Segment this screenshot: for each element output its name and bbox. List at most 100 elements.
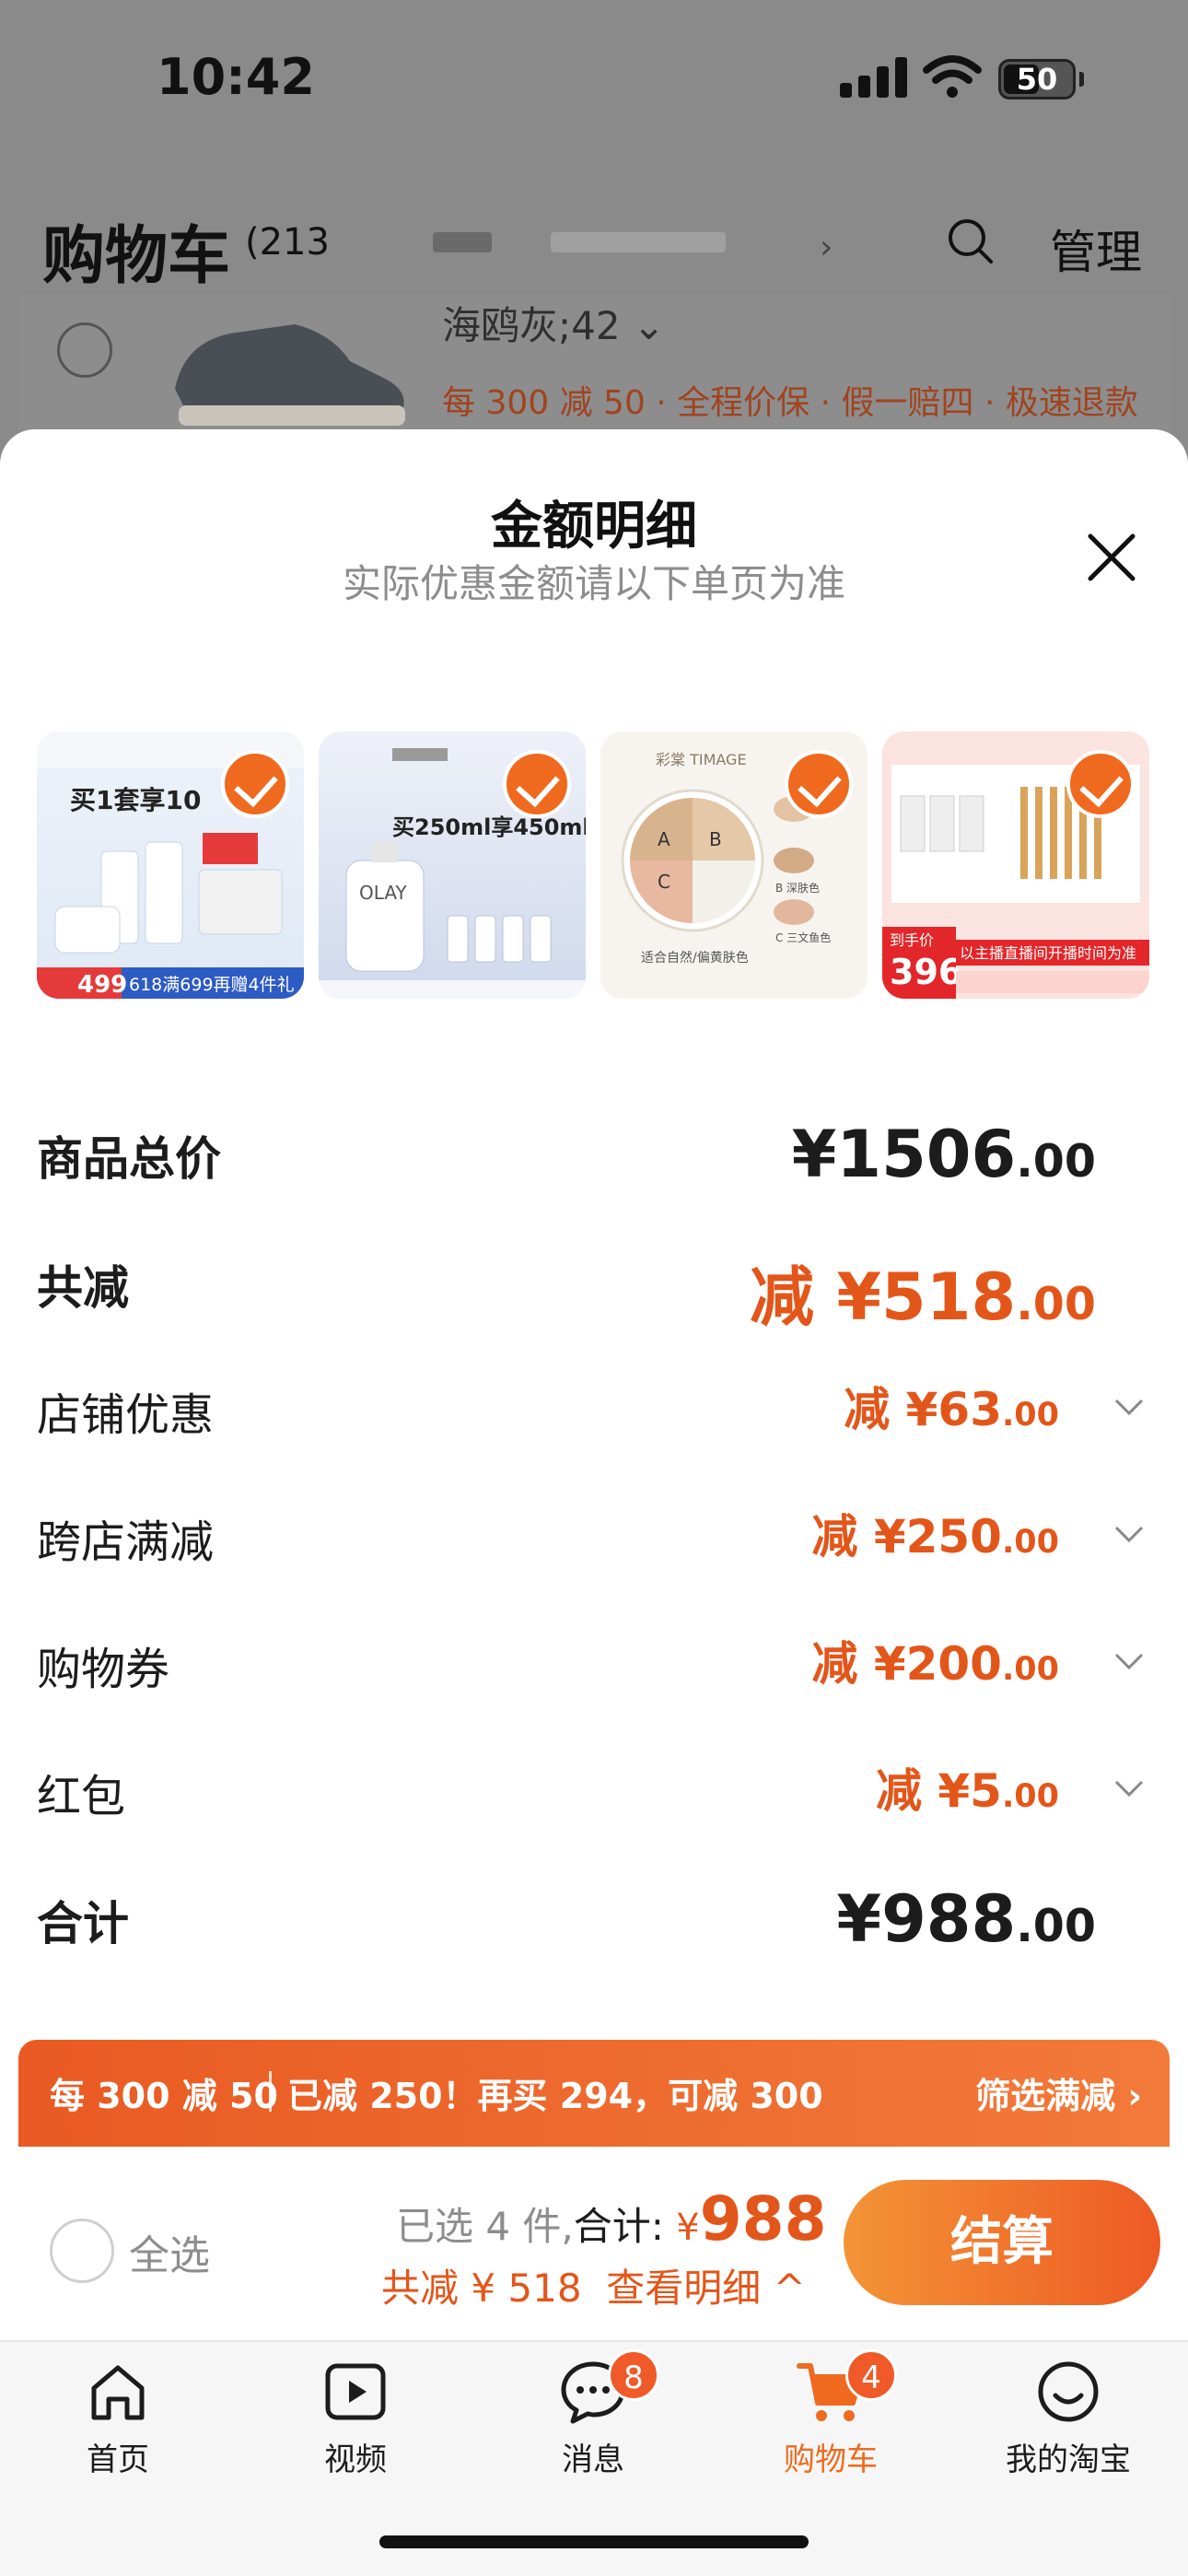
cart-title: 购物车 [42, 220, 231, 293]
address-blur [433, 232, 492, 252]
row-value-main: 减 ¥200 [811, 1637, 1002, 1691]
video-icon [325, 2363, 386, 2420]
battery-level: 50 [1016, 62, 1058, 97]
row-value-decimal: .00 [1001, 1524, 1059, 1561]
checkout-bar: 全选 已选 4 件,合计: ¥988 共减 ¥ 518 查看明细 ^ 结算 [0, 2147, 1188, 2340]
row-value: ¥1506.00 [792, 1117, 1096, 1192]
tab-label: 首页 [87, 2441, 149, 2478]
chevron-down-icon[interactable] [1111, 1389, 1147, 1426]
row-store-discount[interactable]: 店铺优惠 减 ¥63.00 [37, 1360, 1151, 1461]
filter-discount-link[interactable]: 筛选满减 › [975, 2067, 1142, 2118]
tab-label: 购物车 [784, 2441, 878, 2478]
row-label: 购物券 [37, 1644, 170, 1695]
svg-text:彩棠 TIMAGE: 彩棠 TIMAGE [656, 751, 747, 768]
chevron-down-icon[interactable] [1111, 1644, 1147, 1680]
chevron-right-icon[interactable]: › [820, 228, 833, 266]
row-value: 减 ¥63.00 [844, 1373, 1059, 1439]
svg-text:A: A [658, 828, 670, 850]
svg-text:B 深肤色: B 深肤色 [775, 881, 820, 895]
row-value-main: 减 ¥518 [749, 1259, 1017, 1335]
discount-summary[interactable]: 共减 ¥ 518 查看明细 ^ [381, 2257, 806, 2313]
status-time: 10:42 [157, 48, 315, 106]
manage-button[interactable]: 管理 [1050, 216, 1142, 282]
selected-check-icon[interactable] [785, 750, 853, 818]
sheet-title: 金额明细 [491, 497, 697, 556]
row-value: ¥988.00 [836, 1881, 1096, 1957]
select-all-radio[interactable] [50, 2219, 114, 2283]
selected-check-icon[interactable] [503, 750, 571, 818]
chevron-down-icon[interactable] [1111, 1771, 1147, 1808]
row-value-main: 减 ¥250 [811, 1510, 1002, 1563]
tab-label: 消息 [562, 2441, 624, 2478]
shoe-image [175, 324, 405, 426]
promo-progress: 已减 250！再买 294，可减 300 [287, 2076, 823, 2116]
product-thumbnail[interactable]: 彩棠 TIMAGE A B C B 深肤色 C 三文鱼色 适合自然/偏黄肤色 [600, 732, 868, 999]
row-value-decimal: .00 [1001, 1651, 1059, 1688]
row-cross-store-discount[interactable]: 跨店满减 减 ¥250.00 [37, 1487, 1151, 1588]
total-amount: ¥988 [676, 2184, 826, 2254]
tab-cart[interactable]: 购物车 4 [739, 2349, 923, 2512]
tab-label: 我的淘宝 [1006, 2441, 1131, 2478]
item-select-radio[interactable] [57, 322, 112, 378]
product-thumbnail[interactable]: 买1套享10 499 618满699再赠4件礼 [37, 732, 304, 999]
profile-icon [1038, 2361, 1099, 2422]
row-value: 减 ¥200.00 [811, 1627, 1059, 1693]
row-value-decimal: .00 [1016, 1135, 1096, 1188]
svg-text:C: C [658, 871, 670, 893]
row-value-decimal: .00 [1016, 1900, 1096, 1952]
cellular-signal-icon [840, 57, 910, 98]
battery-icon: 50 [998, 59, 1076, 100]
svg-text:C 三文鱼色: C 三文鱼色 [775, 931, 831, 944]
row-grand-total: 合计 ¥988.00 [37, 1868, 1151, 1970]
background-page: 10:42 50 购物车 (213 › 管理 海鸥灰;42 ⌄ 每 300 减 … [0, 0, 1188, 479]
svg-text:B: B [709, 828, 722, 850]
item-spec[interactable]: 海鸥灰;42 ⌄ [442, 295, 665, 351]
row-red-packet[interactable]: 红包 减 ¥5.00 [37, 1741, 1151, 1843]
promo-divider [269, 2071, 272, 2112]
product-thumbnail[interactable]: 买250ml享450ml加面膜 OLAY [319, 732, 586, 999]
svg-text:618满699再赠4件礼: 618满699再赠4件礼 [129, 975, 295, 995]
cart-badge: 4 [845, 2349, 897, 2401]
checkout-button[interactable]: 结算 [844, 2180, 1160, 2305]
close-icon[interactable] [1079, 525, 1144, 590]
tab-home[interactable]: 首页 [26, 2355, 210, 2512]
svg-text:396: 396 [890, 952, 962, 992]
battery-tip [1079, 72, 1084, 87]
cart-count: (213 [245, 221, 330, 263]
row-label: 商品总价 [37, 1132, 221, 1186]
row-value-decimal: .00 [1016, 1278, 1096, 1330]
currency-symbol: ¥ [676, 2207, 700, 2249]
select-all-label[interactable]: 全选 [129, 2222, 210, 2281]
chevron-down-icon[interactable] [1111, 1516, 1147, 1553]
row-value: 减 ¥250.00 [811, 1500, 1059, 1566]
selected-check-icon[interactable] [221, 750, 289, 818]
row-label: 店铺优惠 [37, 1389, 215, 1441]
discount-total: 共减 ¥ 518 [381, 2266, 582, 2311]
tab-messages[interactable]: 消息 8 [501, 2349, 685, 2512]
selected-check-icon[interactable] [1066, 750, 1135, 818]
home-icon [91, 2365, 145, 2420]
svg-text:499: 499 [77, 971, 127, 999]
view-details-link[interactable]: 查看明细 ^ [606, 2266, 806, 2311]
svg-text:OLAY: OLAY [359, 882, 407, 904]
search-icon[interactable] [947, 217, 995, 265]
row-value-decimal: .00 [1001, 1397, 1059, 1434]
sheet-subtitle: 实际优惠金额请以下单页为准 [342, 561, 845, 606]
tab-profile[interactable]: 我的淘宝 [976, 2355, 1160, 2512]
row-value-decimal: .00 [1001, 1778, 1059, 1815]
row-shopping-voucher[interactable]: 购物券 减 ¥200.00 [37, 1614, 1151, 1715]
home-indicator[interactable] [379, 2535, 809, 2548]
item-promo: 每 300 减 50 · 全程价保 · 假一赔四 · 极速退款 [442, 384, 1138, 422]
tab-video[interactable]: 视频 [263, 2355, 448, 2512]
amount-detail-sheet: 金额明细 实际优惠金额请以下单页为准 买1套享10 499 618满699再赠4… [0, 429, 1188, 2576]
promo-banner[interactable]: 每 300 减 50 已减 250！再买 294，可减 300 筛选满减 › [18, 2040, 1170, 2147]
status-bar: 10:42 50 [0, 0, 1188, 157]
wifi-icon [923, 55, 982, 98]
row-label: 红包 [37, 1771, 126, 1822]
row-value-main: 减 ¥63 [844, 1383, 1002, 1436]
product-thumbnail[interactable]: 到手价 396 以主播直播间开播时间为准 [882, 732, 1149, 999]
row-label: 跨店满减 [37, 1516, 215, 1568]
row-total-discount: 共减 减 ¥518.00 [37, 1233, 1151, 1335]
tab-label: 视频 [324, 2441, 387, 2478]
total-label: 合计: [573, 2204, 664, 2249]
